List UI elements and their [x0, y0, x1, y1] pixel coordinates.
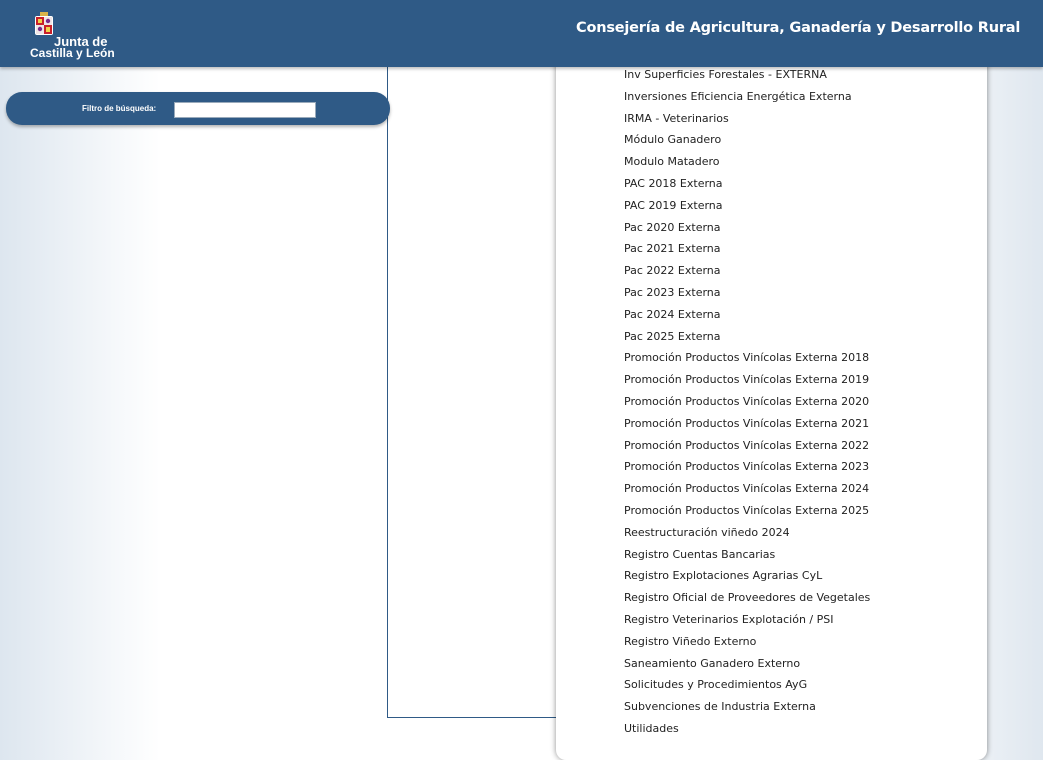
menu-item[interactable]: PAC 2018 Externa: [624, 173, 870, 195]
menu-item[interactable]: Promoción Productos Vinícolas Externa 20…: [624, 435, 870, 457]
menu-item[interactable]: PAC 2019 Externa: [624, 195, 870, 217]
menu-item[interactable]: Promoción Productos Vinícolas Externa 20…: [624, 347, 870, 369]
search-filter-label: Filtro de búsqueda:: [82, 104, 157, 113]
menu-item[interactable]: Registro Viñedo Externo: [624, 631, 870, 653]
menu-item[interactable]: Registro Cuentas Bancarias: [624, 544, 870, 566]
menu-item[interactable]: Subvenciones de Industria Externa: [624, 696, 870, 718]
menu-item[interactable]: Saneamiento Ganadero Externo: [624, 653, 870, 675]
menu-item[interactable]: Promoción Productos Vinícolas Externa 20…: [624, 456, 870, 478]
search-filter-bar: Filtro de búsqueda:: [6, 92, 390, 125]
menu-item[interactable]: Solicitudes y Procedimientos AyG: [624, 674, 870, 696]
menu-item[interactable]: Promoción Productos Vinícolas Externa 20…: [624, 478, 870, 500]
search-input[interactable]: [174, 102, 316, 118]
menu-item[interactable]: Pac 2021 Externa: [624, 238, 870, 260]
application-list: Inv Superficies Forestales - EXTERNA Inve…: [624, 64, 870, 740]
menu-item[interactable]: Pac 2022 Externa: [624, 260, 870, 282]
menu-item[interactable]: Registro Oficial de Proveedores de Veget…: [624, 587, 870, 609]
menu-item[interactable]: Inv Superficies Forestales - EXTERNA: [624, 64, 870, 86]
page-title: Consejería de Agricultura, Ganadería y D…: [576, 20, 1021, 36]
menu-item[interactable]: Promoción Productos Vinícolas Externa 20…: [624, 500, 870, 522]
logo-text-line2: Castilla y León: [30, 46, 115, 60]
header-bar: Junta de Castilla y León Consejería de A…: [0, 0, 1043, 67]
menu-item[interactable]: Pac 2020 Externa: [624, 217, 870, 239]
menu-item[interactable]: IRMA - Veterinarios: [624, 108, 870, 130]
menu-item[interactable]: Módulo Ganadero: [624, 129, 870, 151]
menu-item[interactable]: Pac 2025 Externa: [624, 326, 870, 348]
menu-item[interactable]: Pac 2024 Externa: [624, 304, 870, 326]
application-menu-panel: Inv Superficies Forestales - EXTERNA Inve…: [556, 30, 987, 760]
menu-item[interactable]: Promoción Productos Vinícolas Externa 20…: [624, 369, 870, 391]
menu-item[interactable]: Promoción Productos Vinícolas Externa 20…: [624, 413, 870, 435]
coat-of-arms-icon: [35, 12, 53, 35]
menu-item[interactable]: Reestructuración viñedo 2024: [624, 522, 870, 544]
menu-item[interactable]: Utilidades: [624, 718, 870, 740]
menu-item[interactable]: Promoción Productos Vinícolas Externa 20…: [624, 391, 870, 413]
junta-logo[interactable]: Junta de Castilla y León: [30, 8, 130, 60]
menu-item[interactable]: Pac 2023 Externa: [624, 282, 870, 304]
menu-item[interactable]: Modulo Matadero: [624, 151, 870, 173]
menu-item[interactable]: Registro Veterinarios Explotación / PSI: [624, 609, 870, 631]
menu-item[interactable]: Registro Explotaciones Agrarias CyL: [624, 565, 870, 587]
menu-item[interactable]: Inversiones Eficiencia Energética Extern…: [624, 86, 870, 108]
